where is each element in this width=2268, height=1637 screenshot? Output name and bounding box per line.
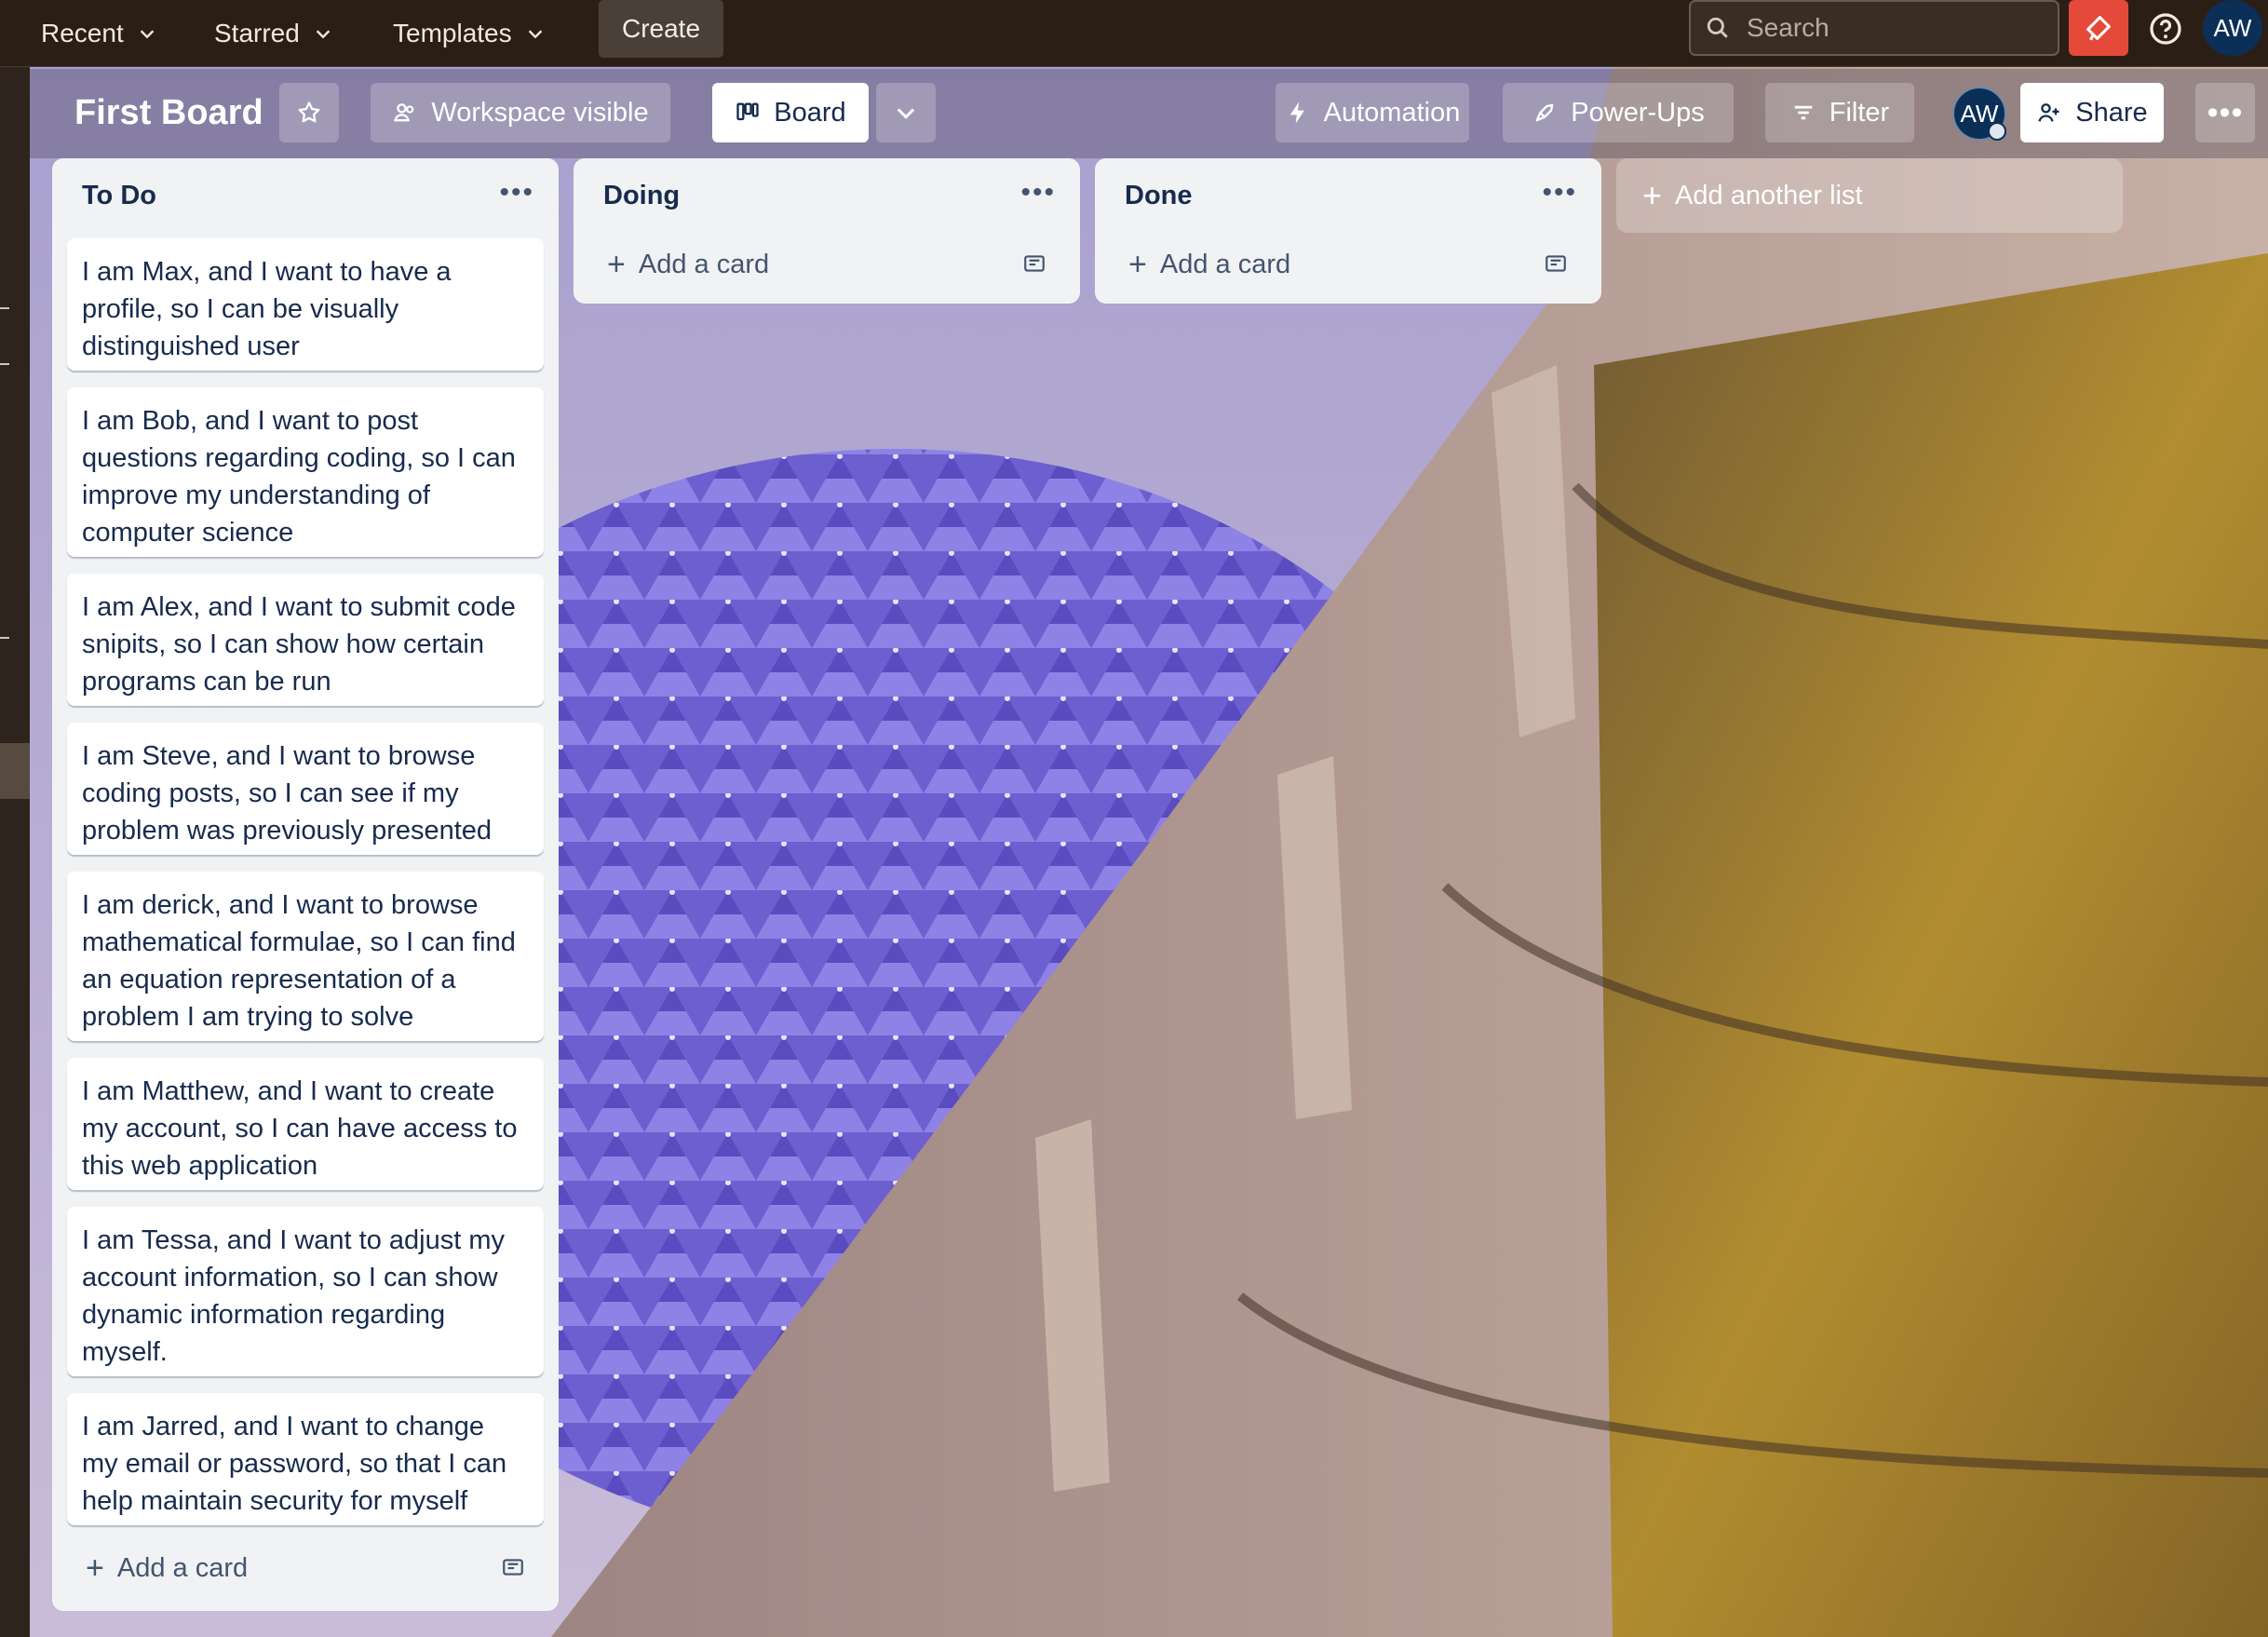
megaphone-icon xyxy=(2086,16,2111,41)
list-menu-icon[interactable]: ••• xyxy=(499,177,534,209)
filter-button[interactable]: Filter xyxy=(1765,83,1914,142)
rocket-icon xyxy=(1535,103,1554,122)
add-card-button[interactable]: + Add a card xyxy=(73,1542,538,1594)
admin-badge-icon xyxy=(1988,122,2006,141)
board-icon xyxy=(736,102,759,121)
search-input[interactable] xyxy=(1745,12,2028,44)
automation-button[interactable]: Automation xyxy=(1276,83,1469,142)
sidebar-marker xyxy=(0,307,9,309)
card-template-icon[interactable] xyxy=(501,1555,525,1579)
chevron-down-icon xyxy=(316,30,331,39)
card[interactable]: I am Matthew, and I want to create my ac… xyxy=(67,1058,544,1190)
recent-menu[interactable]: Recent xyxy=(32,9,167,58)
people-icon xyxy=(394,103,414,122)
user-avatar[interactable]: AW xyxy=(2203,0,2262,56)
list-title[interactable]: Done xyxy=(1125,181,1193,211)
sidebar-marker xyxy=(0,637,9,639)
workspace-visible-button[interactable]: Workspace visible xyxy=(371,83,670,142)
list-header: To Do ••• xyxy=(52,158,559,235)
notifications-button[interactable] xyxy=(2069,0,2128,56)
top-navigation: Recent Starred Templates Create AW xyxy=(0,0,2268,67)
board-member-avatar[interactable]: AW xyxy=(1952,87,2006,141)
board-title[interactable]: First Board xyxy=(74,93,263,133)
card-template-icon[interactable] xyxy=(1544,251,1568,276)
card[interactable]: I am Max, and I want to have a profile, … xyxy=(67,238,544,371)
help-button[interactable] xyxy=(2148,11,2183,47)
create-button[interactable]: Create xyxy=(599,0,723,58)
sidebar-collapsed xyxy=(0,67,30,1637)
more-icon: ••• xyxy=(2207,94,2244,130)
chevron-down-icon xyxy=(528,30,542,39)
list-done: Done ••• + Add a card xyxy=(1095,158,1601,304)
list-to-do: To Do ••• I am Max, and I want to have a… xyxy=(52,158,559,1611)
card[interactable]: I am Jarred, and I want to change my ema… xyxy=(67,1393,544,1525)
workspace-visible-label: Workspace visible xyxy=(431,97,649,128)
card[interactable]: I am Alex, and I want to submit code sni… xyxy=(67,574,544,706)
star-board-button[interactable] xyxy=(279,83,339,142)
search-box[interactable] xyxy=(1689,0,2059,56)
card[interactable]: I am derick, and I want to browse mathem… xyxy=(67,872,544,1041)
plus-icon: + xyxy=(1128,247,1147,282)
star-icon xyxy=(298,101,320,123)
board-menu-button[interactable]: ••• xyxy=(2195,83,2255,142)
list-title[interactable]: Doing xyxy=(603,181,680,211)
recent-label: Recent xyxy=(41,19,124,47)
chevron-down-icon xyxy=(140,30,154,39)
sidebar-marker xyxy=(0,363,9,365)
view-switcher-button[interactable] xyxy=(876,83,936,142)
templates-menu[interactable]: Templates xyxy=(384,9,555,58)
sidebar-highlight xyxy=(0,743,30,799)
add-card-button[interactable]: + Add a card xyxy=(594,238,1060,291)
plus-icon: + xyxy=(1642,176,1663,214)
card[interactable]: I am Steve, and I want to browse coding … xyxy=(67,723,544,855)
share-button[interactable]: Share xyxy=(2020,83,2164,142)
list-doing: Doing ••• + Add a card xyxy=(574,158,1080,304)
list-header: Doing ••• xyxy=(574,158,1080,235)
search-icon xyxy=(1707,17,1728,38)
templates-label: Templates xyxy=(393,19,512,47)
list-menu-icon[interactable]: ••• xyxy=(1542,177,1577,209)
add-card-label: Add a card xyxy=(116,1552,249,1583)
power-ups-button[interactable]: Power-Ups xyxy=(1503,83,1734,142)
card[interactable]: I am Tessa, and I want to adjust my acco… xyxy=(67,1207,544,1376)
list-menu-icon[interactable]: ••• xyxy=(1020,177,1056,209)
add-person-icon xyxy=(2038,103,2059,122)
add-another-list-button[interactable]: + Add another list xyxy=(1616,158,2123,233)
starred-menu[interactable]: Starred xyxy=(205,9,343,58)
lightning-icon xyxy=(1289,101,1304,124)
add-another-list-label: Add another list xyxy=(1675,180,1863,210)
help-icon xyxy=(2150,13,2181,45)
plus-icon: + xyxy=(607,247,626,282)
list-title[interactable]: To Do xyxy=(82,181,156,211)
add-card-label: Add a card xyxy=(638,249,770,279)
card[interactable]: I am Bob, and I want to post questions r… xyxy=(67,387,544,557)
card-template-icon[interactable] xyxy=(1022,251,1046,276)
automation-label: Automation xyxy=(1323,97,1461,128)
board-view-button[interactable]: Board xyxy=(712,83,869,142)
add-card-button[interactable]: + Add a card xyxy=(1115,238,1581,291)
plus-icon: + xyxy=(86,1550,104,1586)
starred-label: Starred xyxy=(214,19,300,47)
filter-icon xyxy=(1794,105,1813,120)
board-view-label: Board xyxy=(774,97,846,128)
add-card-label: Add a card xyxy=(1159,249,1291,279)
list-header: Done ••• xyxy=(1095,158,1601,235)
chevron-down-icon xyxy=(897,108,915,119)
power-ups-label: Power-Ups xyxy=(1571,97,1705,128)
board-header xyxy=(30,69,2268,158)
filter-label: Filter xyxy=(1829,97,1890,128)
share-label: Share xyxy=(2075,97,2148,128)
